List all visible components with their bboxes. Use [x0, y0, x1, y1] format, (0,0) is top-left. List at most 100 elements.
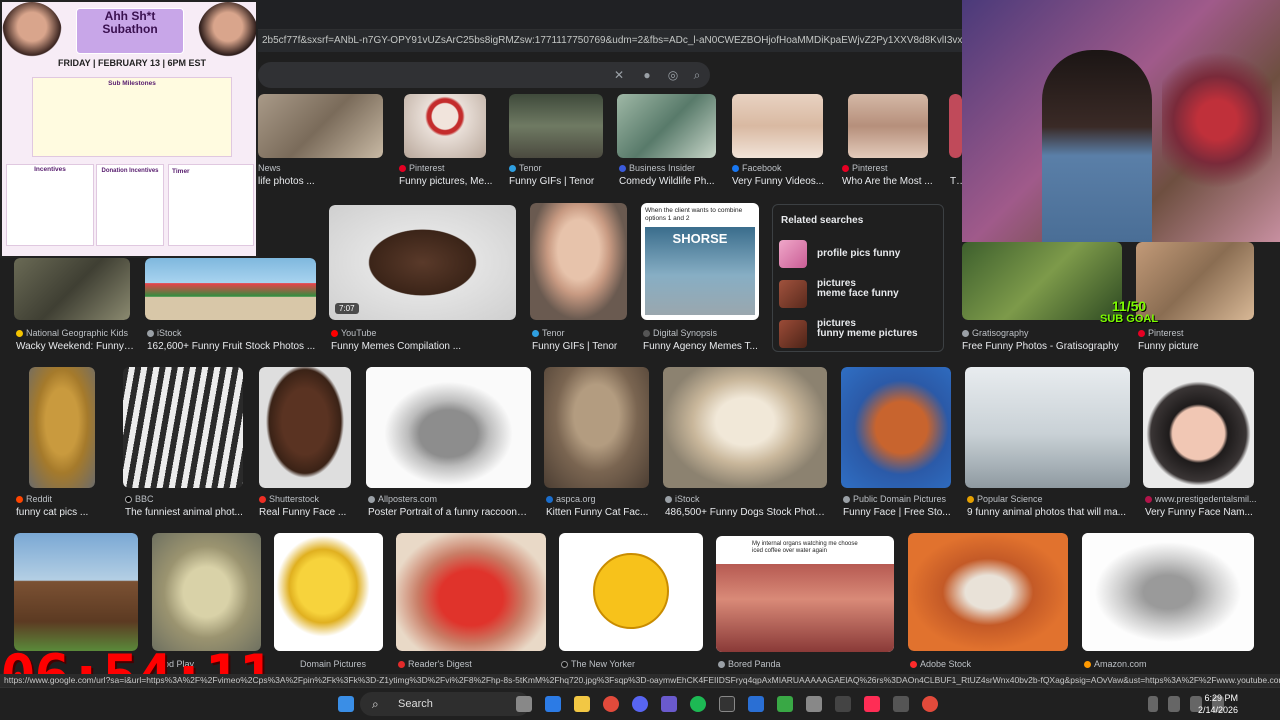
- result-title[interactable]: 162,600+ Funny Fruit Stock Photos ...: [147, 341, 317, 352]
- chrome-icon[interactable]: [922, 696, 938, 712]
- image-result[interactable]: [949, 94, 962, 158]
- image-result[interactable]: [908, 533, 1068, 651]
- image-result[interactable]: [274, 533, 383, 651]
- app-icon[interactable]: [806, 696, 822, 712]
- result-source: Reader's Digest: [398, 659, 472, 669]
- taskbar: ⌕ Search 6:29 PM 2/14/2026: [0, 687, 1280, 720]
- search-icon[interactable]: ⌕: [690, 68, 704, 82]
- image-result[interactable]: [509, 94, 603, 158]
- image-result[interactable]: [396, 533, 546, 651]
- start-icon[interactable]: [338, 696, 354, 712]
- result-title[interactable]: Wacky Weekend: Funny ...: [16, 341, 134, 352]
- image-result[interactable]: My internal organs watching me choose ic…: [716, 536, 894, 652]
- result-title[interactable]: Funny Memes Compilation ...: [331, 341, 521, 352]
- app-icon[interactable]: [777, 696, 793, 712]
- image-result[interactable]: [617, 94, 716, 158]
- result-title[interactable]: Free Funny Photos - Gratisography: [962, 341, 1132, 352]
- result-title[interactable]: Funny Agency Memes T...: [643, 341, 759, 352]
- image-result[interactable]: [559, 533, 703, 651]
- image-result[interactable]: 7:07: [329, 205, 516, 320]
- result-title[interactable]: Very Funny Face Nam...: [1145, 507, 1263, 518]
- image-result[interactable]: [145, 258, 316, 320]
- tenor-icon: [509, 165, 516, 172]
- camera-icon[interactable]: ◎: [666, 68, 680, 82]
- istock-icon: [147, 330, 154, 337]
- mic-tray-icon[interactable]: [1168, 696, 1180, 712]
- image-result[interactable]: [152, 533, 261, 651]
- image-result[interactable]: [530, 203, 627, 320]
- result-title[interactable]: The funniest animal phot...: [125, 507, 251, 518]
- image-result[interactable]: [732, 94, 823, 158]
- result-title[interactable]: Funny GIFs | Tenor: [509, 176, 604, 187]
- avatar: [2, 2, 62, 64]
- settings-icon[interactable]: [893, 696, 909, 712]
- image-result[interactable]: [965, 367, 1130, 488]
- discord-icon[interactable]: [632, 696, 648, 712]
- result-source: News: [258, 163, 281, 173]
- poster-title: Ahh Sh*t Subathon: [102, 9, 158, 36]
- app-icon[interactable]: [661, 696, 677, 712]
- address-bar[interactable]: 2b5cf77f&sxsrf=ANbL-n7GY-OPY91vUZsArC25b…: [258, 30, 962, 52]
- result-source: National Geographic Kids: [16, 328, 128, 338]
- mic-icon[interactable]: ●: [640, 68, 654, 82]
- app-icon[interactable]: [835, 696, 851, 712]
- image-result[interactable]: [841, 367, 951, 488]
- result-title[interactable]: Comedy Wildlife Ph...: [619, 176, 715, 187]
- result-title[interactable]: Funny pictures, Me...: [399, 176, 494, 187]
- result-title[interactable]: funny cat pics ...: [16, 507, 110, 518]
- related-searches-panel: Related searches profile pics funny pict…: [772, 204, 944, 352]
- image-result[interactable]: [14, 533, 138, 651]
- image-result[interactable]: [1082, 533, 1254, 651]
- image-result[interactable]: [123, 367, 243, 488]
- app-icon[interactable]: [748, 696, 764, 712]
- image-result[interactable]: [258, 94, 383, 158]
- result-title[interactable]: Funny Face | Free Sto...: [843, 507, 953, 518]
- image-result[interactable]: [1143, 367, 1254, 488]
- image-result[interactable]: [29, 367, 95, 488]
- related-search-item[interactable]: meme face funny pictures: [779, 279, 939, 329]
- result-title[interactable]: Kitten Funny Cat Fac...: [546, 507, 651, 518]
- clear-icon[interactable]: ✕: [612, 68, 626, 82]
- meme-caption: My internal organs watching me choose ic…: [752, 541, 858, 554]
- search-box[interactable]: ✕ ● ◎ ⌕: [258, 62, 710, 88]
- browser-tab-strip: [258, 0, 962, 30]
- result-title[interactable]: Poster Portrait of a funny raccoon I...: [368, 507, 528, 518]
- image-result[interactable]: [259, 367, 351, 488]
- related-search-item[interactable]: funny meme pictures: [779, 319, 939, 349]
- task-view-icon[interactable]: [516, 696, 532, 712]
- tiktok-icon[interactable]: [864, 696, 880, 712]
- result-title[interactable]: Real Funny Face ...: [259, 507, 357, 518]
- result-title[interactable]: 9 funny animal photos that will ma...: [967, 507, 1135, 518]
- image-result[interactable]: [663, 367, 827, 488]
- image-result[interactable]: [962, 242, 1122, 320]
- tray-chevron-icon[interactable]: [1148, 696, 1158, 712]
- image-result[interactable]: [14, 258, 130, 320]
- result-title[interactable]: Very Funny Videos...: [732, 176, 828, 187]
- image-result[interactable]: [544, 367, 649, 488]
- taskbar-clock[interactable]: 6:29 PM 2/14/2026: [1198, 692, 1238, 716]
- result-title[interactable]: TC: [950, 176, 962, 187]
- result-title[interactable]: Funny GIFs | Tenor: [532, 341, 632, 352]
- result-title[interactable]: Funny picture: [1138, 341, 1248, 352]
- edge-icon[interactable]: [545, 696, 561, 712]
- image-result[interactable]: [366, 367, 531, 488]
- app-icon[interactable]: [719, 696, 735, 712]
- chrome-icon[interactable]: [603, 696, 619, 712]
- readers-digest-icon: [398, 661, 405, 668]
- image-result[interactable]: [848, 94, 928, 158]
- aspca-icon: [546, 496, 553, 503]
- related-search-item[interactable]: profile pics funny pictures: [779, 239, 939, 289]
- meme-caption: When the client wants to combine options…: [645, 207, 743, 222]
- result-title[interactable]: 486,500+ Funny Dogs Stock Photo ...: [665, 507, 830, 518]
- spotify-icon[interactable]: [690, 696, 706, 712]
- poster-donation: Donation Incentives: [101, 168, 159, 174]
- image-result[interactable]: [404, 94, 486, 158]
- image-result[interactable]: When the client wants to combine options…: [641, 203, 759, 320]
- result-title[interactable]: life photos ...: [258, 176, 382, 187]
- poster-timer: Timer: [172, 168, 190, 175]
- poster-incentives: Incentives: [34, 166, 66, 173]
- file-explorer-icon[interactable]: [574, 696, 590, 712]
- result-title[interactable]: Who Are the Most ...: [842, 176, 934, 187]
- result-source: BBC: [125, 494, 154, 504]
- taskbar-search[interactable]: ⌕ Search: [360, 692, 530, 716]
